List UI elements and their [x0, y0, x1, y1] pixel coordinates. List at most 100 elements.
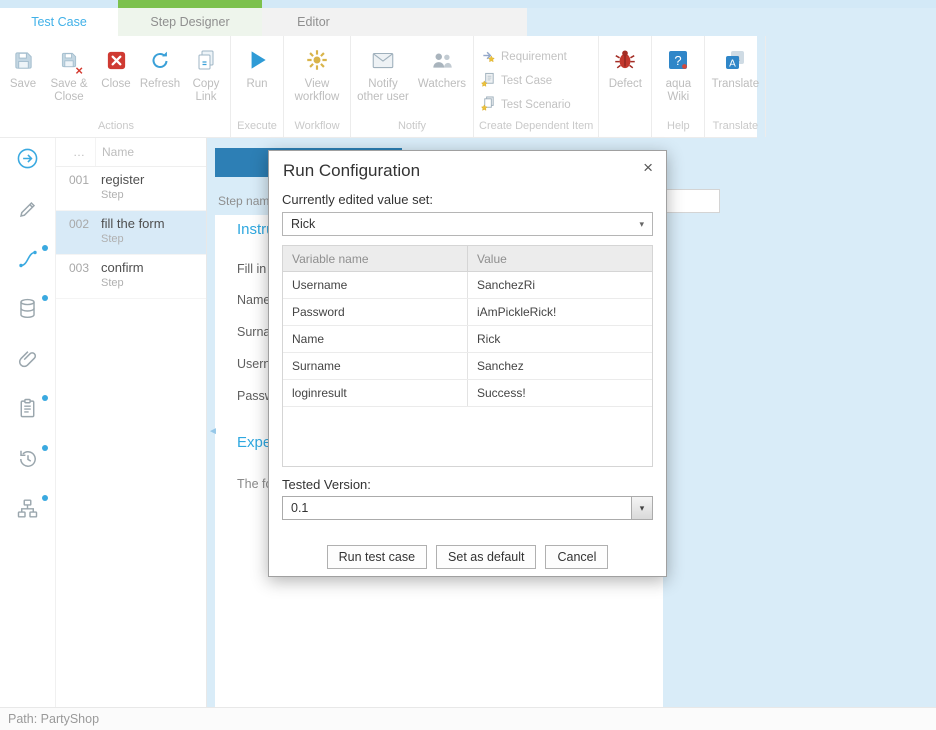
tab-bar: Test Case Step Designer Editor: [0, 8, 527, 36]
step-row[interactable]: 003 confirm Step: [56, 255, 206, 299]
rail-item-dependencies[interactable]: [15, 498, 41, 524]
notification-dot: [42, 245, 48, 251]
rail-item-details[interactable]: [15, 398, 41, 424]
requirement-label: Requirement: [501, 51, 567, 63]
tab-test-case[interactable]: Test Case: [0, 8, 118, 36]
view-workflow-label: View workflow: [287, 78, 347, 104]
rail-item-navigate[interactable]: [15, 148, 41, 174]
variables-table: Variable name Value Username SanchezRi P…: [282, 245, 653, 467]
rail-item-history[interactable]: [15, 448, 41, 474]
refresh-label: Refresh: [140, 78, 180, 91]
rail-item-data[interactable]: [15, 298, 41, 324]
step-row-selected[interactable]: 002 fill the form Step: [56, 211, 206, 255]
rail-item-steps[interactable]: [15, 248, 41, 274]
create-test-case-button[interactable]: Test Case: [477, 72, 587, 90]
notify-other-user-button[interactable]: Notify other user: [354, 45, 412, 104]
run-play-icon: [244, 45, 270, 75]
notify-other-user-label: Notify other user: [354, 78, 412, 104]
field-label-username: Usern: [237, 357, 270, 371]
step-number: 003: [56, 255, 101, 298]
workflow-wheel-icon: [304, 45, 330, 75]
modal-header: Run Configuration ×: [269, 151, 666, 181]
rail-item-edit[interactable]: [15, 198, 41, 224]
save-and-close-label: Save & Close: [43, 78, 95, 104]
translate-button[interactable]: aA Translate: [708, 45, 762, 91]
modal-button-row: Run test case Set as default Cancel: [282, 545, 653, 569]
run-configuration-modal: Run Configuration × Currently edited val…: [268, 150, 667, 577]
steps-route-icon: [16, 247, 40, 276]
test-case-icon: [481, 72, 496, 90]
tested-version-value: 0.1: [283, 497, 631, 519]
cancel-button[interactable]: Cancel: [545, 545, 608, 569]
variable-row[interactable]: Name Rick: [283, 326, 652, 353]
step-name: fill the form: [101, 216, 165, 231]
close-label: Close: [101, 78, 130, 91]
history-icon: [16, 447, 40, 476]
ribbon-group-actions: Save × Save & Close Close Refresh: [2, 36, 231, 137]
create-requirement-button[interactable]: Requirement: [477, 48, 587, 66]
tested-version-combo[interactable]: 0.1 ▾: [282, 496, 653, 520]
instruction-text: Fill in: [237, 262, 266, 276]
copy-link-button[interactable]: Copy Link: [185, 45, 227, 104]
red-x-overlay-icon: ×: [75, 64, 83, 77]
close-button[interactable]: Close: [97, 45, 135, 91]
refresh-button[interactable]: Refresh: [137, 45, 183, 91]
save-icon: [12, 45, 35, 75]
set-as-default-button[interactable]: Set as default: [436, 545, 536, 569]
requirement-icon: [481, 48, 496, 66]
ribbon-group-execute: Run Execute: [231, 36, 284, 137]
column-variable-name: Variable name: [283, 246, 467, 271]
ribbon-group-help-label: Help: [655, 120, 701, 137]
paperclip-icon: [16, 347, 40, 376]
svg-text:A: A: [730, 59, 737, 70]
path-text: Path: PartyShop: [8, 712, 99, 726]
watchers-button[interactable]: Watchers: [414, 45, 470, 91]
run-test-case-button[interactable]: Run test case: [327, 545, 427, 569]
run-button[interactable]: Run: [234, 45, 280, 91]
variables-table-header: Variable name Value: [283, 246, 652, 272]
translate-label: Translate: [712, 78, 760, 91]
sidebar-rail: [0, 138, 56, 707]
ribbon-group-workflow-label: Workflow: [287, 120, 347, 137]
field-label-name: Name: [237, 293, 270, 307]
step-row[interactable]: 001 register Step: [56, 167, 206, 211]
steps-panel: … Name 001 register Step 002 fill the fo…: [56, 138, 207, 707]
save-button[interactable]: Save: [5, 45, 41, 91]
variable-value-cell: iAmPickleRick!: [467, 299, 652, 325]
variable-row[interactable]: loginresult Success!: [283, 380, 652, 407]
pencil-icon: [16, 197, 40, 226]
collapse-panel-arrow-icon[interactable]: ◄: [208, 426, 218, 437]
refresh-icon: [148, 45, 172, 75]
notification-dot: [42, 445, 48, 451]
aqua-wiki-button[interactable]: ? aqua Wiki: [655, 45, 701, 104]
column-value: Value: [467, 246, 652, 271]
modal-title: Run Configuration: [283, 161, 420, 180]
ribbon-group-actions-label: Actions: [5, 120, 227, 137]
rail-item-attachments[interactable]: [15, 348, 41, 374]
variable-row[interactable]: Username SanchezRi: [283, 272, 652, 299]
ribbon-group-execute-label: Execute: [234, 120, 280, 137]
tested-version-dropdown-button[interactable]: ▾: [631, 497, 652, 519]
step-number: 001: [56, 167, 101, 210]
step-type: Step: [101, 277, 144, 289]
chevron-down-icon: ▾: [640, 503, 645, 514]
tested-version-label: Tested Version:: [282, 477, 653, 492]
wiki-question-icon: ?: [666, 45, 690, 75]
svg-text:?: ?: [675, 53, 682, 68]
defect-button[interactable]: Defect: [602, 45, 648, 91]
variable-name-cell: Username: [283, 272, 467, 298]
modal-close-button[interactable]: ×: [643, 159, 653, 176]
value-set-select[interactable]: Rick ▾: [282, 212, 653, 236]
view-workflow-button[interactable]: View workflow: [287, 45, 347, 104]
tab-step-designer[interactable]: Step Designer: [118, 8, 262, 36]
database-icon: [16, 297, 39, 325]
tab-editor[interactable]: Editor: [262, 8, 365, 36]
save-close-icon: ×: [59, 45, 79, 75]
create-test-scenario-button[interactable]: Test Scenario: [477, 96, 587, 114]
variable-row[interactable]: Password iAmPickleRick!: [283, 299, 652, 326]
step-name: register: [101, 172, 144, 187]
variable-row[interactable]: Surname Sanchez: [283, 353, 652, 380]
save-and-close-button[interactable]: × Save & Close: [43, 45, 95, 104]
ribbon-group-create-dependent-label: Create Dependent Item: [477, 120, 595, 137]
defect-bug-icon: [612, 45, 638, 75]
